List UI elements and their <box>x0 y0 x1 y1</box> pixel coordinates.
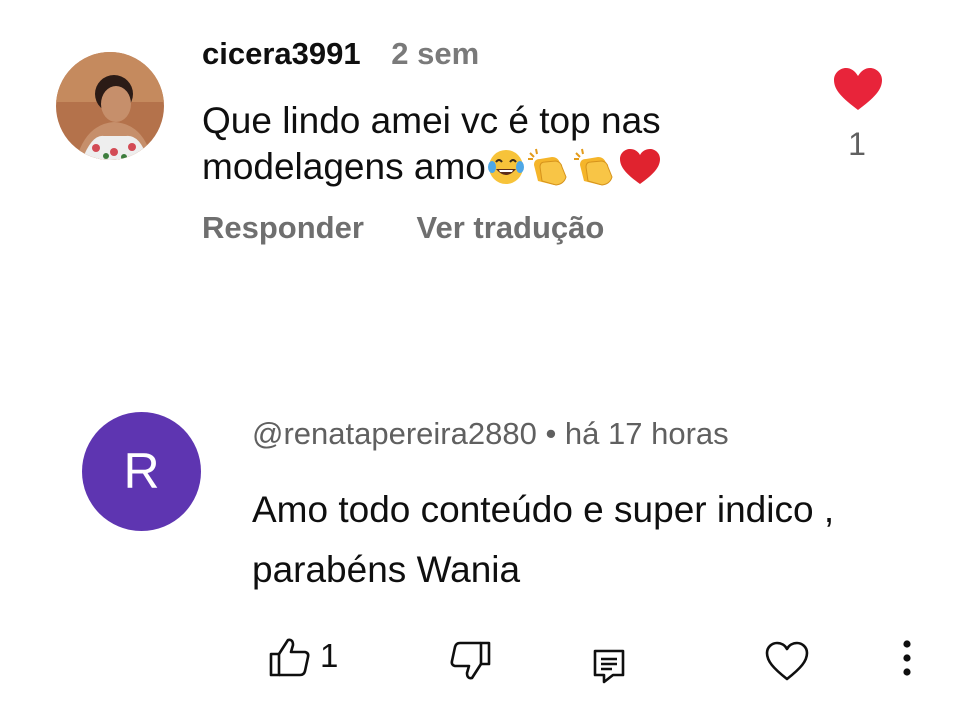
clapping-hands-icon <box>527 148 567 186</box>
thumbs-down-icon[interactable] <box>448 640 492 682</box>
clapping-hands-icon <box>573 148 613 186</box>
red-heart-icon <box>619 149 660 184</box>
comment-actions: Responder Ver tradução <box>202 210 648 246</box>
filled-heart-icon[interactable] <box>832 66 884 112</box>
reply-icon[interactable] <box>592 648 626 684</box>
heart-outline-icon[interactable] <box>764 640 810 682</box>
comment-text: Amo todo conteúdo e super indico , parab… <box>252 489 835 590</box>
like-count: 1 <box>320 637 339 674</box>
comment-header: cicera3991 2 sem <box>202 36 479 72</box>
face-with-tears-of-joy-icon <box>487 150 524 184</box>
comment-header: @renatapereira2880 • há 17 horas <box>252 416 729 451</box>
more-vert-icon[interactable] <box>900 638 914 680</box>
username[interactable]: cicera3991 <box>202 36 361 71</box>
like-count: 1 <box>848 126 866 162</box>
thumbs-up-icon[interactable] <box>268 636 312 678</box>
timestamp: 2 sem <box>391 36 480 71</box>
comment-text: Que lindo amei vc é top nas modelagens a… <box>202 98 762 190</box>
avatar-photo <box>56 52 164 160</box>
translate-button[interactable]: Ver tradução <box>417 210 605 245</box>
avatar[interactable] <box>56 52 164 160</box>
reply-button[interactable]: Responder <box>202 210 364 245</box>
avatar[interactable]: R <box>82 412 201 531</box>
